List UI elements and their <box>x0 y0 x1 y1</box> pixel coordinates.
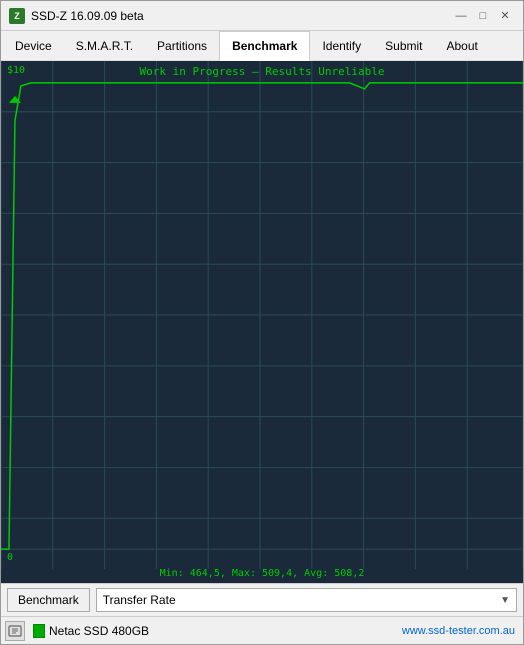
window-title: SSD-Z 16.09.09 beta <box>31 9 451 23</box>
chart-stats: Min: 464,5, Max: 509,4, Avg: 508,2 <box>1 568 523 579</box>
chart-area: Work in Progress – Results Unreliable $1… <box>1 61 523 583</box>
chart-title: Work in Progress – Results Unreliable <box>1 65 523 78</box>
menu-partitions[interactable]: Partitions <box>145 31 219 60</box>
bottom-toolbar: Benchmark Transfer Rate ▼ <box>1 583 523 616</box>
main-window: Z SSD-Z 16.09.09 beta — □ ✕ Device S.M.A… <box>0 0 524 645</box>
drive-status-indicator <box>33 624 45 638</box>
menu-submit[interactable]: Submit <box>373 31 434 60</box>
chart-grid <box>1 61 523 569</box>
benchmark-button[interactable]: Benchmark <box>7 588 90 612</box>
status-bar: Netac SSD 480GB www.ssd-tester.com.au <box>1 616 523 644</box>
menu-about[interactable]: About <box>435 31 490 60</box>
minimize-button[interactable]: — <box>451 6 471 26</box>
transfer-rate-dropdown[interactable]: Transfer Rate ▼ <box>96 588 517 612</box>
status-drive-info: Netac SSD 480GB <box>33 624 149 638</box>
website-link: www.ssd-tester.com.au <box>402 625 519 637</box>
maximize-button[interactable]: □ <box>473 6 493 26</box>
menu-bar: Device S.M.A.R.T. Partitions Benchmark I… <box>1 31 523 61</box>
menu-benchmark[interactable]: Benchmark <box>219 31 310 61</box>
menu-identify[interactable]: Identify <box>310 31 373 60</box>
menu-device[interactable]: Device <box>3 31 64 60</box>
title-controls: — □ ✕ <box>451 6 515 26</box>
chart-y-bottom-label: 0 <box>7 552 13 563</box>
app-icon: Z <box>9 8 25 24</box>
drive-name: Netac SSD 480GB <box>49 624 149 638</box>
close-button[interactable]: ✕ <box>495 6 515 26</box>
dropdown-arrow-icon: ▼ <box>500 595 510 606</box>
chart-y-top-label: $10 <box>7 65 25 76</box>
dropdown-value: Transfer Rate <box>103 593 176 607</box>
menu-smart[interactable]: S.M.A.R.T. <box>64 31 145 60</box>
title-bar: Z SSD-Z 16.09.09 beta — □ ✕ <box>1 1 523 31</box>
status-icon <box>5 621 25 641</box>
